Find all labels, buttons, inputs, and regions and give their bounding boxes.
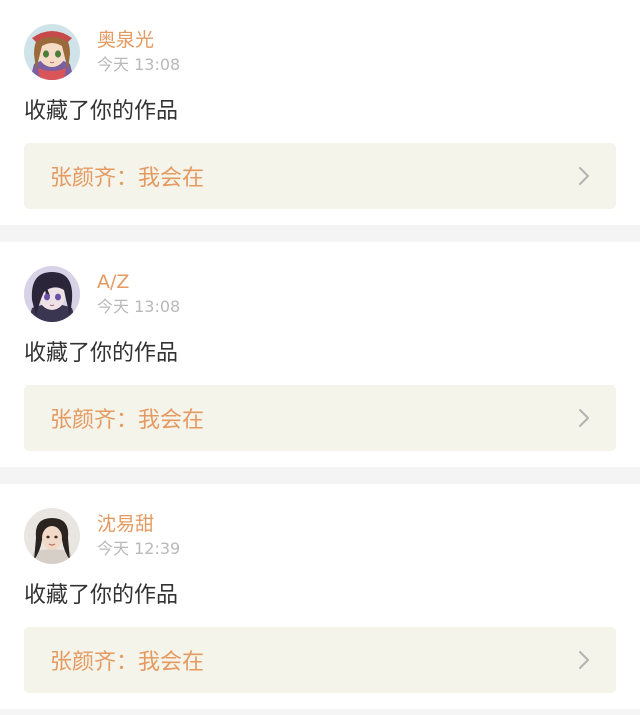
avatar[interactable] — [24, 24, 80, 80]
avatar[interactable] — [24, 266, 80, 322]
work-reference-title: 张颜齐：我会在 — [50, 650, 205, 675]
timestamp: 今天 13:08 — [97, 297, 181, 316]
notification-header: 沈易甜 今天 12:39 — [24, 508, 180, 564]
username-link[interactable]: A/Z — [97, 270, 180, 296]
user-meta: A/Z 今天 13:08 — [97, 270, 180, 318]
chevron-right-icon — [576, 165, 592, 187]
user-meta: 奥泉光 今天 13:08 — [97, 28, 180, 76]
action-text: 收藏了你的作品 — [24, 583, 179, 608]
action-text: 收藏了你的作品 — [24, 341, 179, 366]
chevron-right-icon — [576, 649, 592, 671]
timestamp: 今天 12:39 — [97, 539, 181, 558]
notification-card: 沈易甜 今天 12:39 收藏了你的作品 张颜齐：我会在 — [0, 484, 640, 709]
work-reference-title: 张颜齐：我会在 — [50, 166, 205, 191]
timestamp: 今天 13:08 — [97, 55, 181, 74]
notification-header: A/Z 今天 13:08 — [24, 266, 180, 322]
chevron-right-icon — [576, 407, 592, 429]
anime-girl-avatar-icon — [24, 24, 80, 80]
work-reference-title: 张颜齐：我会在 — [50, 408, 205, 433]
user-meta: 沈易甜 今天 12:39 — [97, 512, 180, 560]
work-reference-link[interactable]: 张颜齐：我会在 — [24, 385, 616, 451]
separator — [0, 225, 640, 242]
avatar[interactable] — [24, 508, 80, 564]
notification-card: A/Z 今天 13:08 收藏了你的作品 张颜齐：我会在 — [0, 242, 640, 467]
notification-header: 奥泉光 今天 13:08 — [24, 24, 180, 80]
notification-card: 奥泉光 今天 13:08 收藏了你的作品 张颜齐：我会在 — [0, 0, 640, 225]
anime-dark-hair-avatar-icon — [24, 266, 80, 322]
work-reference-link[interactable]: 张颜齐：我会在 — [24, 143, 616, 209]
work-reference-link[interactable]: 张颜齐：我会在 — [24, 627, 616, 693]
username-link[interactable]: 沈易甜 — [97, 512, 180, 538]
action-text: 收藏了你的作品 — [24, 99, 179, 124]
separator — [0, 467, 640, 484]
notification-feed: 奥泉光 今天 13:08 收藏了你的作品 张颜齐：我会在 A/Z 今天 13:0… — [0, 0, 640, 709]
username-link[interactable]: 奥泉光 — [97, 28, 180, 54]
photo-girl-avatar-icon — [24, 508, 80, 564]
